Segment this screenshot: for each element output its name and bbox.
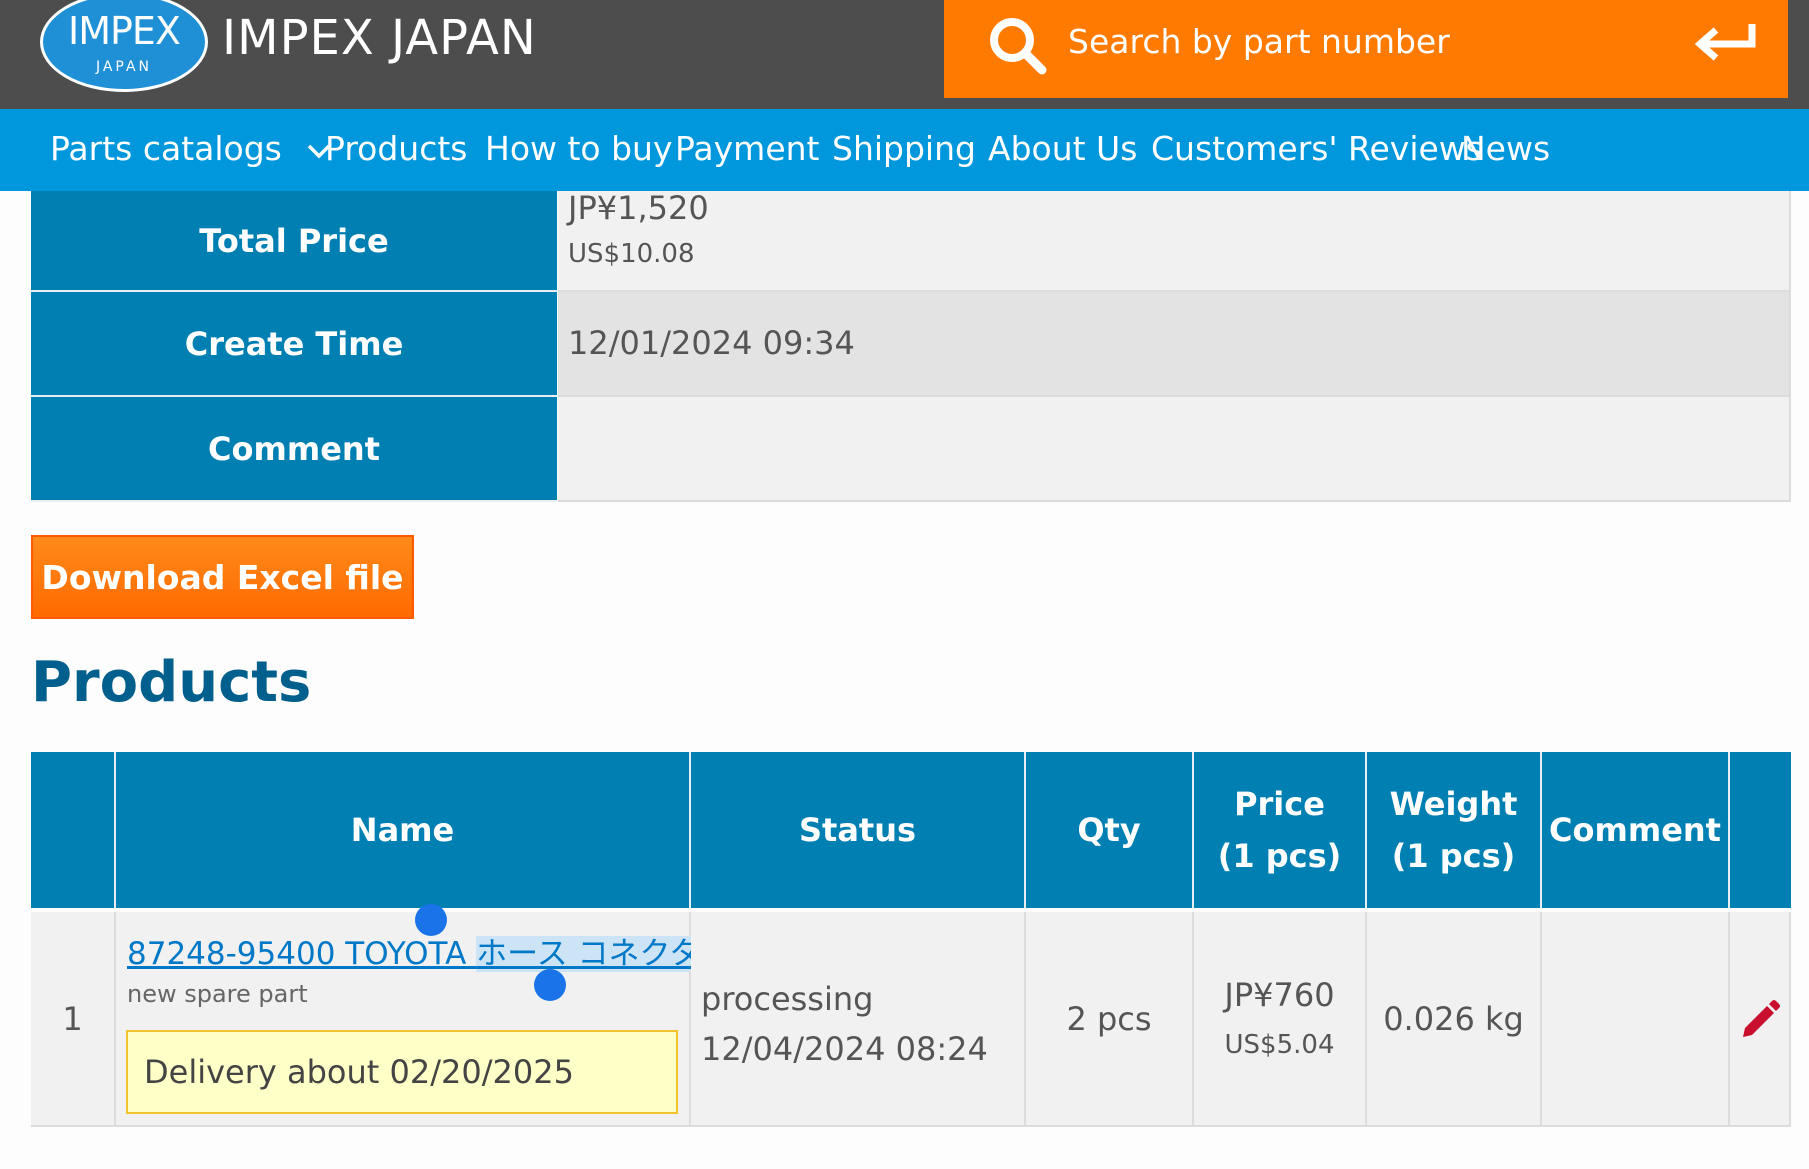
status-text: processing	[701, 980, 874, 1018]
header-comment: Comment	[1542, 752, 1730, 908]
nav-customers-reviews[interactable]: Customers' Reviews	[1151, 129, 1483, 168]
logo-sub-text: JAPAN	[95, 59, 153, 75]
price-usd: US$5.04	[1224, 1030, 1335, 1060]
header-price-line1: Price	[1234, 785, 1325, 823]
impex-logo[interactable]: IMPEX JAPAN	[40, 0, 208, 92]
nav-label: Parts catalogs	[50, 129, 282, 168]
products-title: Products	[31, 650, 312, 715]
comment-value	[558, 397, 1791, 502]
products-table: Name Status Qty Price (1 pcs) Weight (1 …	[31, 752, 1791, 1127]
delivery-notice: Delivery about 02/20/2025	[126, 1030, 678, 1114]
comment-label: Comment	[31, 397, 557, 502]
nav-payment[interactable]: Payment	[675, 129, 819, 168]
main-nav: Parts catalogs Products How to buy Payme…	[0, 109, 1809, 191]
search-input[interactable]	[1066, 14, 1630, 68]
header-weight: Weight (1 pcs)	[1367, 752, 1542, 908]
create-time-value: 12/01/2024 09:34	[558, 292, 1791, 397]
logo-main-text: IMPEX	[68, 9, 181, 53]
top-header: IMPEX JAPAN IMPEX JAPAN	[0, 0, 1809, 109]
status-time: 12/04/2024 08:24	[701, 1030, 988, 1068]
header-weight-line2: (1 pcs)	[1391, 837, 1516, 875]
nav-products[interactable]: Products	[325, 129, 468, 168]
create-time-label: Create Time	[31, 292, 557, 397]
product-link[interactable]: 87248-95400 TOYOTA ホース コネクタ	[127, 928, 701, 973]
row-name-cell: 87248-95400 TOYOTA ホース コネクタ new spare pa…	[116, 904, 701, 1127]
header-index	[31, 752, 116, 908]
header-actions	[1730, 752, 1791, 908]
header-name: Name	[116, 752, 691, 908]
total-price-label: Total Price	[31, 191, 557, 292]
nav-shipping[interactable]: Shipping	[832, 129, 976, 168]
pencil-icon[interactable]	[1737, 996, 1783, 1042]
header-price-line2: (1 pcs)	[1217, 837, 1342, 875]
search-icon[interactable]	[982, 10, 1054, 82]
enter-icon[interactable]	[1686, 10, 1766, 70]
nav-parts-catalogs[interactable]: Parts catalogs	[50, 129, 332, 168]
header-status: Status	[691, 752, 1026, 908]
total-price-value: JP¥1,520 US$10.08	[558, 189, 1791, 292]
search-bar	[944, 0, 1788, 98]
total-price-jpy: JP¥1,520	[568, 189, 709, 227]
row-edit-cell	[1730, 912, 1791, 1127]
product-link-main: 87248-95400 TOYOTA	[127, 936, 477, 972]
header-qty: Qty	[1026, 752, 1194, 908]
create-time-text: 12/01/2024 09:34	[568, 324, 855, 362]
row-index: 1	[31, 912, 116, 1127]
row-price-cell: JP¥760 US$5.04	[1194, 912, 1367, 1127]
selection-start-handle[interactable]	[415, 904, 447, 936]
comment-row: Comment	[31, 397, 1791, 502]
row-qty: 2 pcs	[1026, 912, 1194, 1127]
nav-how-to-buy[interactable]: How to buy	[485, 129, 673, 168]
row-status-cell: processing 12/04/2024 08:24	[691, 912, 1026, 1127]
create-time-row: Create Time 12/01/2024 09:34	[31, 292, 1791, 397]
brand-name[interactable]: IMPEX JAPAN	[222, 10, 537, 66]
total-price-usd: US$10.08	[568, 239, 695, 269]
nav-about-us[interactable]: About Us	[988, 129, 1137, 168]
download-excel-button[interactable]: Download Excel file	[31, 535, 414, 619]
product-subtitle: new spare part	[127, 980, 308, 1008]
header-price: Price (1 pcs)	[1194, 752, 1367, 908]
total-price-row: Total Price JP¥1,520 US$10.08	[31, 189, 1791, 292]
product-link-selected: ホース コネクタ	[476, 936, 701, 972]
price-jpy: JP¥760	[1224, 976, 1335, 1014]
nav-news[interactable]: News	[1461, 129, 1550, 168]
row-weight: 0.026 kg	[1367, 912, 1542, 1127]
header-weight-line1: Weight	[1389, 785, 1518, 823]
row-comment	[1542, 912, 1730, 1127]
selection-end-handle[interactable]	[534, 969, 566, 1001]
